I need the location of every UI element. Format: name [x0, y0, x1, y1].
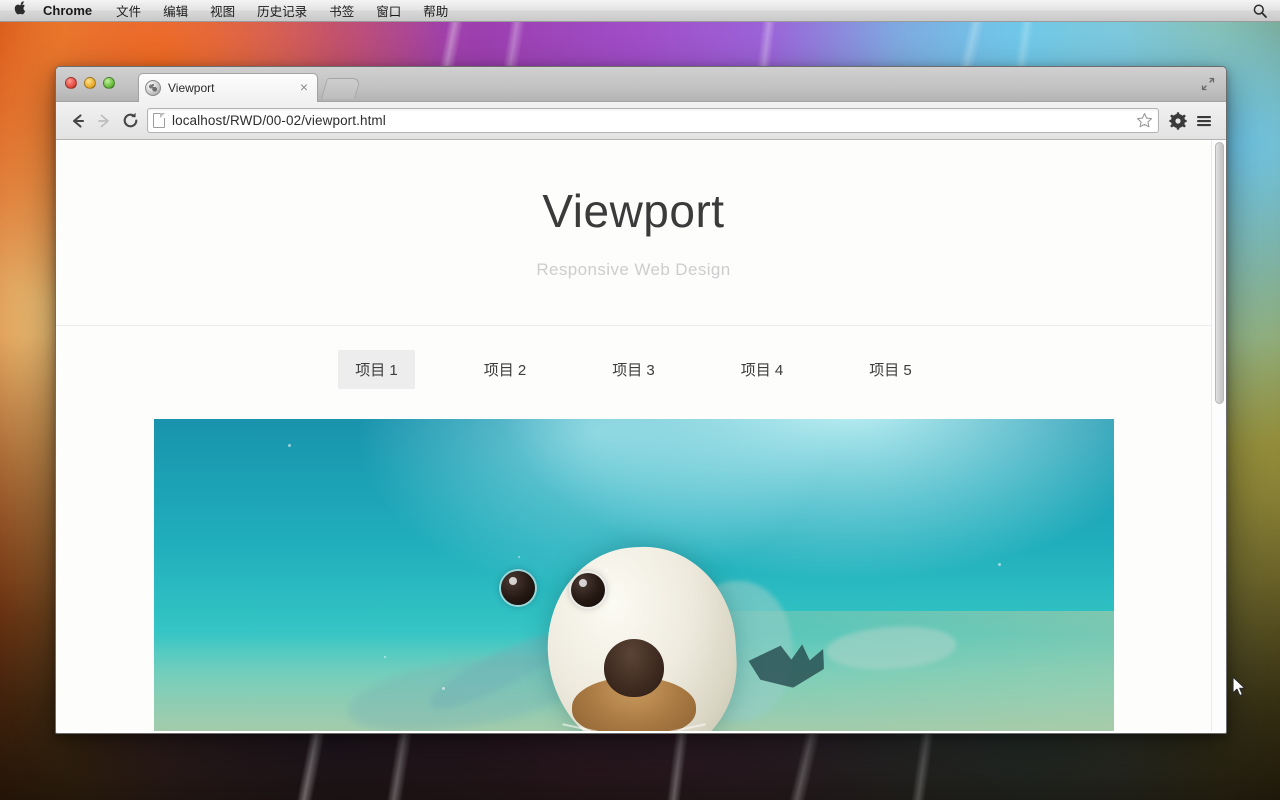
desktop-wallpaper: Chrome 文件 编辑 视图 历史记录 书签 窗口 帮助 Viewport ×… [0, 0, 1280, 800]
hero-image [153, 419, 1114, 731]
menu-item-view[interactable]: 视图 [210, 1, 235, 20]
minimize-window-button[interactable] [84, 77, 96, 89]
mouse-cursor [1232, 676, 1248, 703]
zoom-window-button[interactable] [103, 77, 115, 89]
nav-item-4[interactable]: 项目 4 [724, 350, 801, 389]
gear-icon[interactable] [1165, 108, 1191, 134]
page-subtitle: Responsive Web Design [536, 260, 731, 279]
sea-lion-right-eye [570, 573, 605, 607]
water-particle [518, 556, 521, 559]
main-navigation: 项目 1 项目 2 项目 3 项目 4 项目 5 [56, 326, 1211, 419]
tab-title: Viewport [168, 81, 215, 95]
chrome-browser-window: Viewport × localhost/RWD/00-02/viewport.… [55, 66, 1227, 734]
sea-lion-snout [603, 639, 664, 697]
nav-item-2[interactable]: 项目 2 [467, 350, 544, 389]
web-page-content: Viewport Responsive Web Design 项目 1 项目 2… [56, 140, 1211, 731]
menu-item-edit[interactable]: 编辑 [163, 1, 188, 20]
url-text: localhost/RWD/00-02/viewport.html [172, 113, 386, 128]
browser-tab[interactable]: Viewport × [138, 73, 318, 102]
sea-lion-left-eye [500, 571, 535, 605]
close-icon[interactable]: × [297, 80, 311, 95]
forward-arrow-icon [91, 108, 117, 134]
water-particle [383, 656, 386, 659]
water-particle [998, 562, 1002, 566]
address-bar[interactable]: localhost/RWD/00-02/viewport.html [147, 108, 1159, 133]
menu-item-history[interactable]: 历史记录 [257, 1, 307, 20]
page-scrollbar[interactable] [1211, 140, 1226, 731]
menu-app-name[interactable]: Chrome [43, 3, 92, 18]
close-window-button[interactable] [65, 77, 77, 89]
browser-toolbar: localhost/RWD/00-02/viewport.html [56, 102, 1226, 140]
star-icon[interactable] [1136, 112, 1153, 129]
tab-strip: Viewport × [56, 67, 1226, 102]
hamburger-menu-icon[interactable] [1191, 108, 1217, 134]
water-particle [287, 443, 291, 447]
mac-menu-bar: Chrome 文件 编辑 视图 历史记录 书签 窗口 帮助 [0, 0, 1280, 22]
globe-icon [145, 80, 161, 96]
menu-item-window[interactable]: 窗口 [376, 1, 401, 20]
page-viewport: Viewport Responsive Web Design 项目 1 项目 2… [56, 140, 1226, 731]
water-particle [604, 568, 608, 572]
nav-item-5[interactable]: 项目 5 [852, 350, 929, 389]
new-tab-button[interactable] [320, 78, 362, 99]
menu-item-file[interactable]: 文件 [116, 1, 141, 20]
apple-logo-icon[interactable] [14, 0, 27, 19]
reload-icon[interactable] [117, 108, 143, 134]
scrollbar-thumb[interactable] [1215, 142, 1224, 404]
page-icon [153, 113, 165, 128]
window-traffic-lights [65, 77, 115, 89]
water-particle [441, 687, 445, 691]
page-hero: Viewport Responsive Web Design [56, 140, 1211, 280]
nav-item-1[interactable]: 项目 1 [338, 350, 415, 389]
nav-item-3[interactable]: 项目 3 [595, 350, 672, 389]
search-icon[interactable] [1252, 3, 1268, 19]
back-arrow-icon[interactable] [65, 108, 91, 134]
menu-item-help[interactable]: 帮助 [423, 1, 448, 20]
page-title: Viewport [542, 185, 725, 237]
fullscreen-icon[interactable] [1200, 76, 1216, 92]
menu-item-bookmarks[interactable]: 书签 [329, 1, 354, 20]
